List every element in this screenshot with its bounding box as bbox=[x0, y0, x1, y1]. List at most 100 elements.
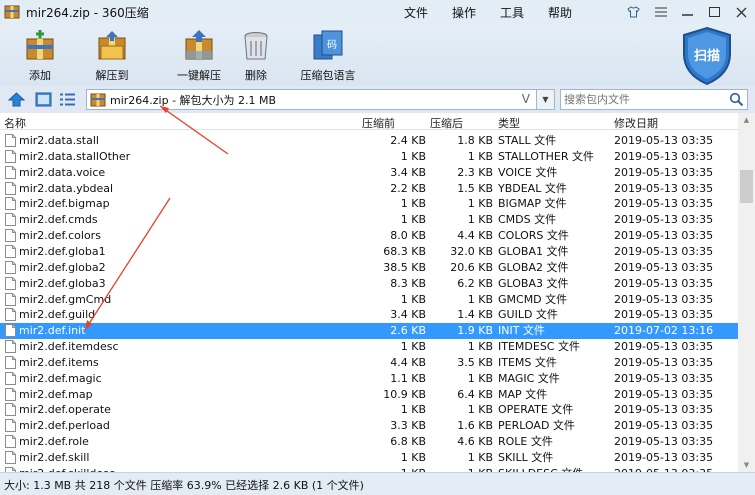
menu-help[interactable]: 帮助 bbox=[536, 4, 584, 21]
file-packed-size: 1 KB bbox=[467, 403, 493, 417]
file-packed-size: 32.0 KB bbox=[450, 244, 493, 258]
file-icon bbox=[5, 134, 16, 147]
table-row-selected[interactable]: mir2.def.init 2.6 KB 1.9 KB INIT 文件 2019-07-… bbox=[0, 323, 738, 340]
table-row[interactable]: mir2.def.operate 1 KB 1 KB OPERATE 文件 2019-0… bbox=[0, 402, 738, 418]
close-icon bbox=[736, 7, 747, 17]
menu-tools[interactable]: 工具 bbox=[488, 4, 536, 21]
column-packed[interactable]: 压缩后 bbox=[430, 115, 463, 131]
file-type: YBDEAL 文件 bbox=[498, 181, 567, 195]
table-row[interactable]: mir2.def.magic 1.1 KB 1 KB MAGIC 文件 2019-05-… bbox=[0, 371, 738, 387]
table-row[interactable]: mir2.data.stallOther 1 KB 1 KB STALLOTHER 文… bbox=[0, 149, 738, 165]
table-row[interactable]: mir2.def.perload 3.3 KB 1.6 KB PERLOAD 文件 20… bbox=[0, 418, 738, 434]
file-size: 1 KB bbox=[400, 149, 426, 163]
skin-button[interactable] bbox=[620, 0, 647, 24]
close-button[interactable] bbox=[728, 0, 755, 24]
file-type: ROLE 文件 bbox=[498, 435, 553, 449]
extract-to-button[interactable]: 解压到 bbox=[74, 29, 150, 85]
status-text: 大小: 1.3 MB 共 218 个文件 压缩率 63.9% 已经选择 2.6 … bbox=[4, 479, 364, 492]
chevron-down-icon: ▼ bbox=[542, 95, 549, 104]
table-row[interactable]: mir2.def.items 4.4 KB 3.5 KB ITEMS 文件 2019-0… bbox=[0, 355, 738, 371]
table-row[interactable]: mir2.def.gmCmd 1 KB 1 KB GMCMD 文件 2019-05-13… bbox=[0, 292, 738, 308]
file-date: 2019-05-13 03:35 bbox=[614, 371, 714, 385]
table-row[interactable]: mir2.def.map 10.9 KB 6.4 KB MAP 文件 2019-05-1… bbox=[0, 387, 738, 403]
menu-file[interactable]: 文件 bbox=[392, 4, 440, 21]
file-size: 1 KB bbox=[400, 340, 426, 354]
add-archive-icon bbox=[26, 30, 54, 60]
table-row[interactable]: mir2.def.globa2 38.5 KB 20.6 KB GLOBA2 文件 20… bbox=[0, 260, 738, 276]
table-row[interactable]: mir2.data.stall 2.4 KB 1.8 KB STALL 文件 2019-… bbox=[0, 133, 738, 149]
file-type: GLOBA3 文件 bbox=[498, 276, 569, 290]
table-row[interactable]: mir2.def.itemdesc 1 KB 1 KB ITEMDESC 文件 2019… bbox=[0, 339, 738, 355]
table-row[interactable]: mir2.def.role 6.8 KB 4.6 KB ROLE 文件 2019-05-… bbox=[0, 434, 738, 450]
column-name[interactable]: 名称 bbox=[4, 115, 26, 131]
file-date: 2019-05-13 03:35 bbox=[614, 149, 714, 163]
file-type: COLORS 文件 bbox=[498, 229, 569, 243]
file-name: mir2.def.role bbox=[19, 435, 89, 449]
file-size: 1 KB bbox=[400, 213, 426, 227]
file-icon bbox=[5, 387, 16, 401]
scroll-up-icon[interactable]: ▲ bbox=[738, 113, 755, 127]
minimize-button[interactable] bbox=[674, 0, 701, 24]
table-row[interactable]: mir2.data.voice 3.4 KB 2.3 KB VOICE 文件 2019-… bbox=[0, 165, 738, 181]
file-size: 68.3 KB bbox=[383, 244, 426, 258]
list-view-icon[interactable] bbox=[59, 92, 76, 107]
scan-label: 扫描 bbox=[694, 48, 720, 64]
file-date: 2019-05-13 03:35 bbox=[614, 435, 714, 449]
file-packed-size: 4.4 KB bbox=[457, 229, 493, 243]
menu-operate[interactable]: 操作 bbox=[440, 4, 488, 21]
table-row[interactable]: mir2.def.globa3 8.3 KB 6.2 KB GLOBA3 文件 2019… bbox=[0, 276, 738, 292]
table-row[interactable]: mir2.def.globa1 68.3 KB 32.0 KB GLOBA1 文件 20… bbox=[0, 244, 738, 260]
column-header: 名称 压缩前 压缩后 类型 修改日期 bbox=[0, 113, 738, 130]
file-date: 2019-05-13 03:35 bbox=[614, 197, 714, 211]
path-field[interactable]: mir264.zip - 解包大小为 2.1 MB V bbox=[86, 89, 537, 110]
delete-button[interactable]: 删除 bbox=[218, 29, 294, 85]
file-icon bbox=[5, 355, 16, 369]
scroll-down-icon[interactable]: ▼ bbox=[738, 458, 755, 472]
file-date: 2019-05-13 03:35 bbox=[614, 340, 714, 354]
table-row[interactable]: mir2.def.cmds 1 KB 1 KB CMDS 文件 2019-05-13 0… bbox=[0, 212, 738, 228]
file-name: mir2.def.items bbox=[19, 355, 99, 369]
file-type: GUILD 文件 bbox=[498, 308, 558, 322]
file-type: ITEMDESC 文件 bbox=[498, 340, 580, 354]
file-name: mir2.def.guild bbox=[19, 308, 96, 322]
column-size[interactable]: 压缩前 bbox=[362, 115, 395, 131]
file-icon bbox=[5, 419, 16, 433]
file-name: mir2.def.perload bbox=[19, 419, 110, 433]
file-packed-size: 1 KB bbox=[467, 451, 493, 464]
up-arrow-icon[interactable] bbox=[8, 92, 25, 107]
file-packed-size: 1 KB bbox=[467, 149, 493, 163]
file-name: mir2.def.map bbox=[19, 387, 93, 401]
archive-comment-button[interactable]: 码 压缩包语言 bbox=[290, 29, 366, 85]
file-size: 2.4 KB bbox=[390, 134, 426, 147]
file-name: mir2.data.stallOther bbox=[19, 149, 131, 163]
table-row[interactable]: mir2.data.ybdeal 2.2 KB 1.5 KB YBDEAL 文件 201… bbox=[0, 181, 738, 197]
column-date[interactable]: 修改日期 bbox=[614, 115, 658, 131]
archive-app-icon bbox=[4, 5, 20, 19]
scroll-thumb[interactable] bbox=[740, 170, 753, 203]
shield-icon: 扫描 bbox=[683, 26, 731, 86]
file-packed-size: 1 KB bbox=[467, 292, 493, 306]
file-name: mir2.def.cmds bbox=[19, 213, 98, 227]
table-row[interactable]: mir2.def.bigmap 1 KB 1 KB BIGMAP 文件 2019-05-… bbox=[0, 196, 738, 212]
file-packed-size: 1.9 KB bbox=[457, 324, 493, 338]
table-row[interactable]: mir2.def.guild 3.4 KB 1.4 KB GUILD 文件 2019-0… bbox=[0, 307, 738, 323]
column-type[interactable]: 类型 bbox=[498, 115, 520, 131]
file-type: MAP 文件 bbox=[498, 387, 548, 401]
file-date: 2019-05-13 03:35 bbox=[614, 292, 714, 306]
scan-button[interactable]: 扫描 bbox=[681, 26, 733, 86]
file-size: 8.3 KB bbox=[390, 276, 426, 290]
path-dropdown-button[interactable]: ▼ bbox=[537, 89, 555, 110]
window-controls bbox=[620, 0, 755, 24]
add-button[interactable]: 添加 bbox=[2, 29, 78, 85]
table-row[interactable]: mir2.def.colors 8.0 KB 4.4 KB COLORS 文件 2019… bbox=[0, 228, 738, 244]
file-packed-size: 20.6 KB bbox=[450, 260, 493, 274]
file-date: 2019-05-13 03:35 bbox=[614, 213, 714, 227]
file-size: 1 KB bbox=[400, 292, 426, 306]
vertical-scrollbar[interactable]: ▲ ▼ bbox=[738, 113, 755, 472]
menu-button[interactable] bbox=[647, 0, 674, 24]
thumbnail-view-icon[interactable] bbox=[35, 92, 52, 107]
search-input[interactable] bbox=[561, 90, 721, 109]
search-icon[interactable] bbox=[729, 92, 744, 107]
table-row[interactable]: mir2.def.skill 1 KB 1 KB SKILL 文件 2019-05-13… bbox=[0, 450, 738, 466]
maximize-button[interactable] bbox=[701, 0, 728, 24]
